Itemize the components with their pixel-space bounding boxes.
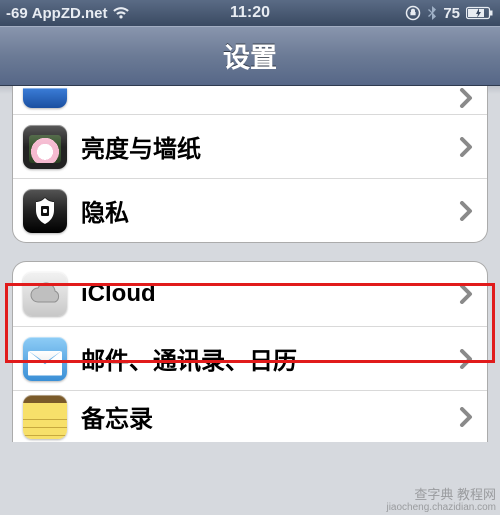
status-bar: -69 AppZD.net 11:20 75 — [0, 0, 500, 26]
battery-icon — [466, 6, 494, 20]
chevron-right-icon — [459, 407, 473, 427]
chevron-right-icon — [459, 88, 473, 108]
privacy-icon — [23, 189, 67, 233]
watermark-line1: 查字典 教程网 — [414, 487, 496, 502]
notes-icon — [23, 395, 67, 439]
settings-row-brightness-wallpaper[interactable]: 亮度与墙纸 — [13, 114, 487, 178]
chevron-right-icon — [459, 137, 473, 157]
icloud-icon — [23, 272, 67, 316]
chevron-right-icon — [459, 201, 473, 221]
bluetooth-icon — [427, 5, 437, 21]
settings-group-1: 亮度与墙纸 隐私 — [12, 86, 488, 243]
watermark: 查字典 教程网 jiaocheng.chazidian.com — [386, 488, 496, 513]
settings-row-notes[interactable]: 备忘录 — [13, 390, 487, 442]
settings-row-partial[interactable] — [13, 86, 487, 114]
settings-row-icloud[interactable]: iCloud — [13, 262, 487, 326]
row-label: 备忘录 — [81, 399, 459, 434]
generic-icon — [23, 88, 67, 108]
wallpaper-icon — [23, 125, 67, 169]
nav-header: 设置 — [0, 26, 500, 86]
wifi-icon — [112, 6, 130, 20]
status-right: 75 — [405, 5, 494, 22]
mail-icon — [23, 337, 67, 381]
orientation-lock-icon — [405, 5, 421, 21]
row-label: 邮件、通讯录、日历 — [81, 341, 459, 376]
settings-group-2: iCloud 邮件、通讯录、日历 备忘录 — [12, 261, 488, 442]
battery-percent: 75 — [443, 5, 460, 22]
status-left: -69 AppZD.net — [6, 5, 130, 22]
watermark-line2: jiaocheng.chazidian.com — [386, 502, 496, 513]
settings-row-mail-contacts-calendars[interactable]: 邮件、通讯录、日历 — [13, 326, 487, 390]
signal-strength: -69 — [6, 5, 28, 22]
status-time: 11:20 — [230, 4, 270, 22]
settings-content: 亮度与墙纸 隐私 iCloud 邮件、通 — [0, 86, 500, 442]
page-title: 设置 — [223, 36, 277, 75]
row-label: iCloud — [81, 280, 459, 308]
row-label: 隐私 — [81, 193, 459, 228]
chevron-right-icon — [459, 349, 473, 369]
settings-row-privacy[interactable]: 隐私 — [13, 178, 487, 242]
carrier-label: AppZD.net — [32, 5, 108, 22]
row-label: 亮度与墙纸 — [81, 129, 459, 164]
chevron-right-icon — [459, 284, 473, 304]
